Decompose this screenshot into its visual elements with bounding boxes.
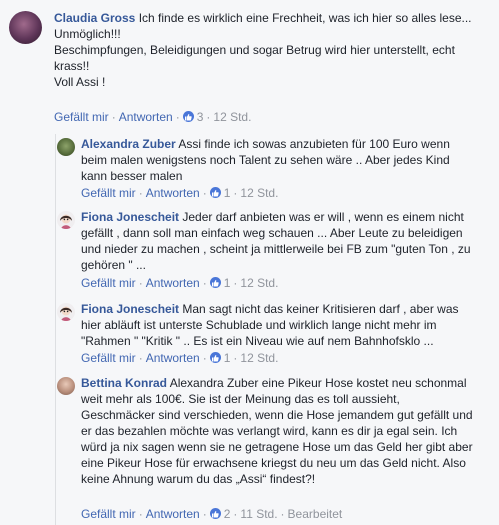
comment-author[interactable]: Fiona Jonescheit: [81, 302, 179, 316]
reply-thread-rail: [55, 134, 56, 525]
reply-link[interactable]: Antworten: [146, 276, 200, 290]
timestamp[interactable]: 12 Std.: [240, 276, 278, 290]
avatar-illustration: [60, 214, 72, 229]
reply-link[interactable]: Antworten: [119, 110, 173, 124]
avatar[interactable]: [57, 377, 75, 395]
thumbs-up-icon[interactable]: [182, 111, 194, 122]
timestamp[interactable]: 12 Std.: [213, 110, 251, 124]
reaction-count[interactable]: 1: [224, 351, 231, 365]
like-link[interactable]: Gefällt mir: [54, 110, 109, 124]
reply-link[interactable]: Antworten: [146, 507, 200, 521]
thumbs-up-icon[interactable]: [209, 352, 221, 363]
avatar[interactable]: [57, 303, 75, 321]
reply-link[interactable]: Antworten: [146, 186, 200, 200]
reaction-count[interactable]: 1: [224, 186, 231, 200]
comment-author[interactable]: Bettina Konrad: [81, 376, 167, 390]
like-link[interactable]: Gefällt mir: [81, 507, 136, 521]
like-link[interactable]: Gefällt mir: [81, 351, 136, 365]
thumbs-up-icon[interactable]: [209, 187, 221, 198]
comment-author[interactable]: Fiona Jonescheit: [81, 210, 179, 224]
edited-label[interactable]: Bearbeitet: [288, 507, 343, 521]
like-link[interactable]: Gefällt mir: [81, 276, 136, 290]
avatar[interactable]: [57, 138, 75, 156]
comment-author[interactable]: Alexandra Zuber: [81, 137, 176, 151]
reaction-count[interactable]: 2: [224, 507, 231, 521]
timestamp[interactable]: 11 Std.: [240, 507, 277, 521]
reaction-count[interactable]: 3: [197, 110, 204, 124]
comment-author[interactable]: Claudia Gross: [54, 11, 135, 25]
avatar-illustration: [60, 306, 72, 321]
avatar[interactable]: [9, 11, 42, 44]
thumbs-up-icon[interactable]: [209, 277, 221, 288]
reply-link[interactable]: Antworten: [146, 351, 200, 365]
like-link[interactable]: Gefällt mir: [81, 186, 136, 200]
avatar[interactable]: [57, 211, 75, 229]
timestamp[interactable]: 12 Std.: [240, 351, 278, 365]
reaction-count[interactable]: 1: [224, 276, 231, 290]
comment-text: Alexandra Zuber eine Pikeur Hose kostet …: [81, 376, 473, 486]
timestamp[interactable]: 12 Std.: [240, 186, 278, 200]
thumbs-up-icon[interactable]: [209, 508, 221, 519]
